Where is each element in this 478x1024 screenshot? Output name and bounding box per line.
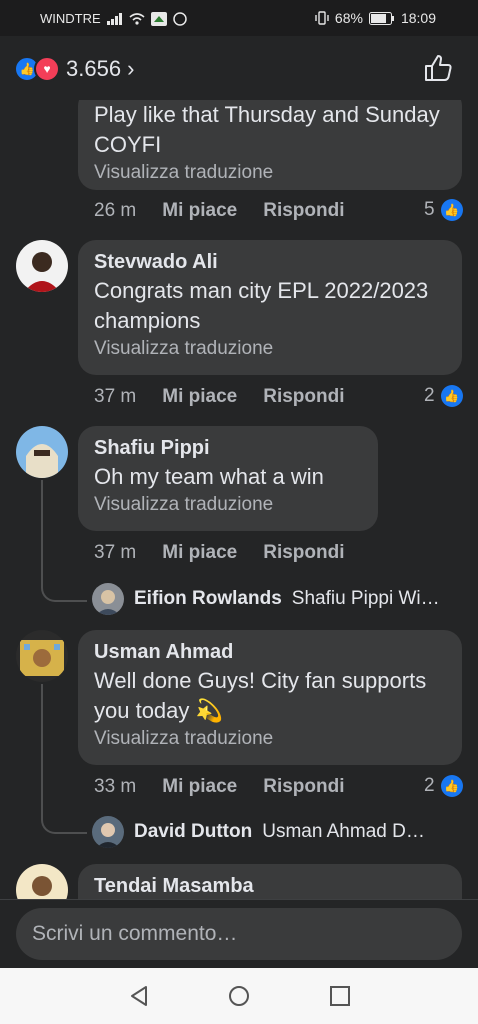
like-comment-button[interactable]: Mi piace bbox=[162, 776, 237, 798]
comments-list: Play like that Thursday and Sunday COYFI… bbox=[0, 100, 478, 900]
whatsapp-icon bbox=[172, 11, 187, 26]
thread-connector bbox=[41, 684, 87, 834]
comment-bubble[interactable]: Play like that Thursday and Sunday COYFI… bbox=[78, 100, 462, 190]
like-count-value: 2 bbox=[424, 775, 435, 796]
reply-preview[interactable]: Eifion Rowlands Shafiu Pippi Wi… bbox=[92, 583, 440, 615]
comment-like-count[interactable]: 5 👍 bbox=[424, 199, 463, 221]
comment-text-body: Well done Guys! City fan supports you to… bbox=[94, 668, 427, 723]
comment-actions: 26 m Mi piace Rispondi bbox=[94, 200, 345, 222]
comment-bubble[interactable]: Tendai Masamba bbox=[78, 864, 462, 900]
comment-bubble[interactable]: Stevwado Ali Congrats man city EPL 2022/… bbox=[78, 240, 462, 375]
reply-button[interactable]: Rispondi bbox=[263, 386, 344, 408]
see-translation-link[interactable]: Visualizza traduzione bbox=[94, 492, 362, 518]
reply-text: Shafiu Pippi Wi… bbox=[291, 588, 440, 609]
back-icon[interactable] bbox=[125, 982, 153, 1010]
like-count-value: 5 bbox=[424, 199, 435, 220]
clock: 18:09 bbox=[400, 10, 436, 26]
comment-actions: 37 m Mi piace Rispondi bbox=[94, 386, 345, 408]
notification-app-icon bbox=[150, 11, 167, 26]
reactions-header: 👍 ♥ 3.656 › bbox=[0, 36, 478, 100]
comment-time: 26 m bbox=[94, 200, 137, 221]
comment-text: Congrats man city EPL 2022/2023 champion… bbox=[94, 278, 429, 333]
chevron-right-icon: › bbox=[127, 56, 135, 81]
comment-time: 37 m bbox=[94, 542, 137, 563]
avatar[interactable] bbox=[16, 864, 68, 900]
comment-actions: 37 m Mi piace Rispondi bbox=[94, 542, 345, 564]
comment-bubble[interactable]: Usman Ahmad Well done Guys! City fan sup… bbox=[78, 630, 462, 765]
reply-author: Eifion Rowlands bbox=[134, 588, 282, 609]
reply-button[interactable]: Rispondi bbox=[263, 200, 344, 222]
love-reaction-icon: ♥ bbox=[34, 56, 60, 82]
thread-connector bbox=[41, 480, 87, 602]
like-reaction-icon: 👍 bbox=[440, 199, 463, 221]
status-bar: WINDTRE 68% 18:09 bbox=[0, 0, 478, 36]
see-translation-link[interactable]: Visualizza traduzione bbox=[94, 336, 446, 362]
comment-input[interactable]: Scrivi un commento… bbox=[16, 908, 462, 960]
wifi-icon bbox=[129, 12, 145, 25]
see-translation-link[interactable]: Visualizza traduzione bbox=[94, 726, 446, 752]
comment-time: 37 m bbox=[94, 386, 137, 407]
reply-preview[interactable]: David Dutton Usman Ahmad Do… bbox=[92, 816, 432, 848]
comment-composer: Scrivi un commento… bbox=[0, 900, 478, 968]
comment-text: Well done Guys! City fan supports you to… bbox=[94, 666, 446, 726]
avatar bbox=[92, 816, 124, 848]
comment-like-count[interactable]: 2 👍 bbox=[424, 775, 463, 797]
reactions-summary[interactable]: 👍 ♥ 3.656 › bbox=[14, 56, 134, 82]
avatar[interactable] bbox=[16, 240, 68, 292]
reply-button[interactable]: Rispondi bbox=[263, 542, 344, 564]
avatar[interactable] bbox=[16, 426, 68, 478]
sparkle-emoji: 💫 bbox=[195, 698, 223, 723]
system-nav-bar bbox=[0, 968, 478, 1024]
comment-time: 33 m bbox=[94, 776, 137, 797]
see-translation-link[interactable]: Visualizza traduzione bbox=[94, 160, 446, 186]
comment-author[interactable]: Tendai Masamba bbox=[94, 872, 446, 900]
comment-actions: 33 m Mi piace Rispondi bbox=[94, 776, 345, 798]
like-comment-button[interactable]: Mi piace bbox=[162, 386, 237, 408]
comment-bubble[interactable]: Shafiu Pippi Oh my team what a win Visua… bbox=[78, 426, 378, 531]
reply-author: David Dutton bbox=[134, 821, 253, 842]
signal-icon bbox=[106, 12, 122, 25]
home-icon[interactable] bbox=[225, 982, 253, 1010]
comment-author[interactable]: Stevwado Ali bbox=[94, 248, 446, 276]
comment-author[interactable]: Usman Ahmad bbox=[94, 638, 446, 666]
reply-text: Usman Ahmad Do… bbox=[262, 821, 433, 842]
reaction-count: 3.656 bbox=[66, 56, 122, 81]
battery-icon bbox=[368, 11, 394, 25]
comment-text: Oh my team what a win bbox=[94, 464, 324, 489]
like-reaction-icon: 👍 bbox=[440, 385, 463, 407]
like-count-value: 2 bbox=[424, 385, 435, 406]
avatar bbox=[92, 583, 124, 615]
like-post-button[interactable] bbox=[422, 52, 454, 84]
recents-icon[interactable] bbox=[326, 982, 354, 1010]
like-comment-button[interactable]: Mi piace bbox=[162, 542, 237, 564]
like-comment-button[interactable]: Mi piace bbox=[162, 200, 237, 222]
like-reaction-icon: 👍 bbox=[440, 775, 463, 797]
carrier-label: WINDTRE bbox=[40, 11, 101, 26]
comment-like-count[interactable]: 2 👍 bbox=[424, 385, 463, 407]
vibrate-icon bbox=[315, 11, 329, 25]
reply-button[interactable]: Rispondi bbox=[263, 776, 344, 798]
avatar[interactable] bbox=[16, 630, 68, 682]
battery-percent: 68% bbox=[334, 10, 363, 26]
comment-text: Play like that Thursday and Sunday COYFI bbox=[94, 102, 440, 157]
comment-author[interactable]: Shafiu Pippi bbox=[94, 434, 362, 462]
